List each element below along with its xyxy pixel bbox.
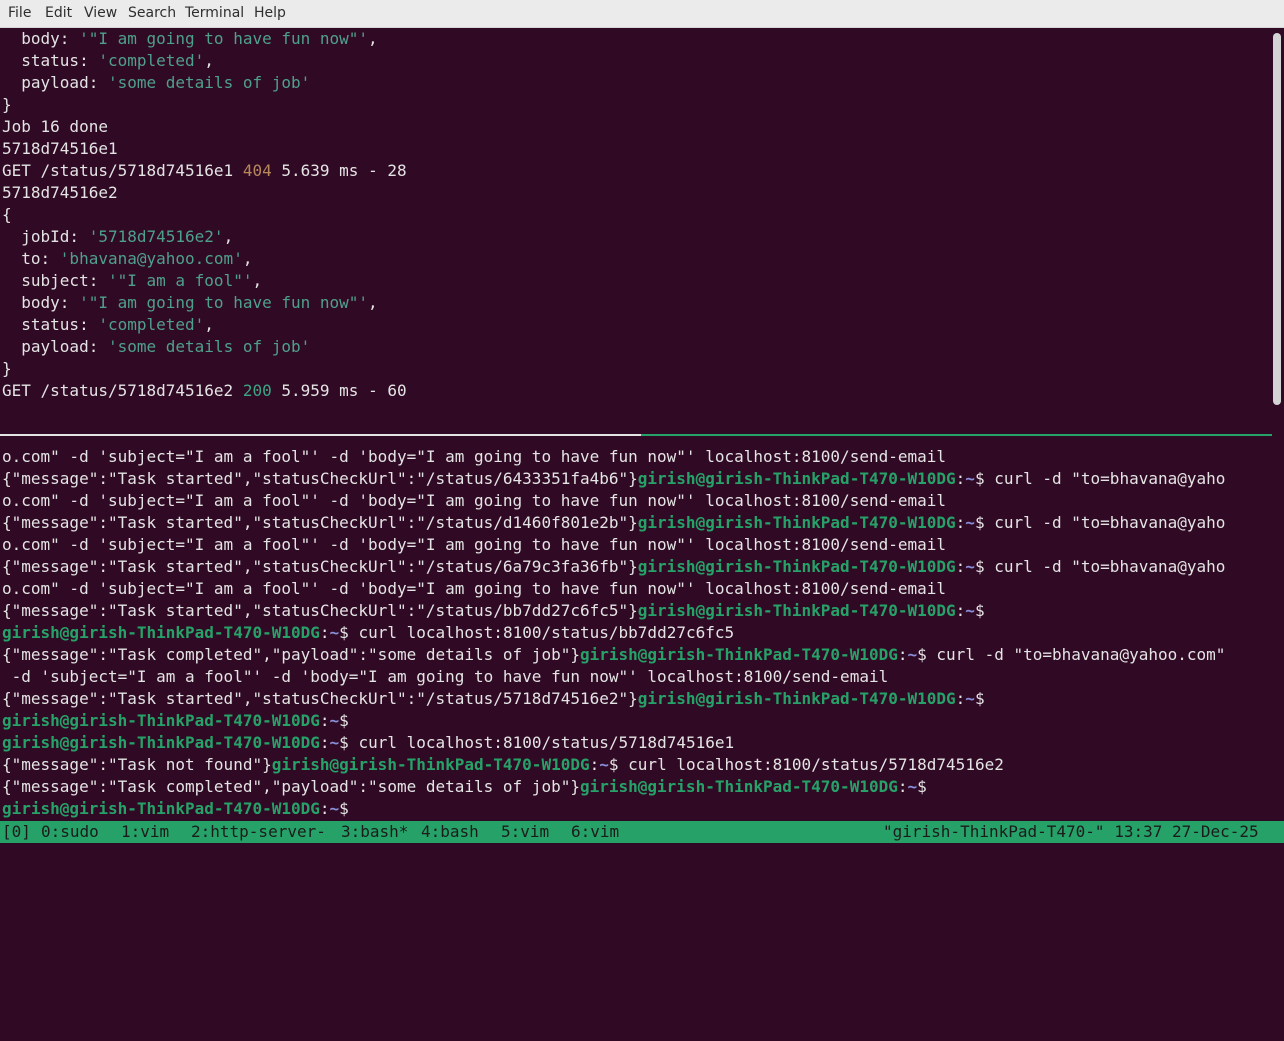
log-line: 5718d74516e2	[2, 183, 118, 202]
scrollbar[interactable]	[1273, 33, 1281, 405]
tmux-status-right: "girish-ThinkPad-T470-" 13:37 27-Dec-25	[883, 822, 1259, 841]
tmux-window-4[interactable]: 4:bash	[421, 821, 479, 843]
log-line: body: '"I am going to have fun now"',	[2, 29, 378, 48]
tmux-window-3[interactable]: 3:bash*	[341, 821, 408, 843]
log-line: }	[2, 359, 12, 378]
shell-line: {"message":"Task started","statusCheckUr…	[2, 557, 1226, 576]
shell-line: girish@girish-ThinkPad-T470-W10DG:~$ cur…	[2, 623, 735, 642]
tmux-session: [0]	[2, 822, 31, 841]
shell-line: o.com" -d 'subject="I am a fool"' -d 'bo…	[2, 579, 947, 598]
shell-line: {"message":"Task completed","payload":"s…	[2, 645, 1226, 664]
shell-line: {"message":"Task not found"}girish@giris…	[2, 755, 1004, 774]
log-line: body: '"I am going to have fun now"',	[2, 293, 378, 312]
shell-line: {"message":"Task started","statusCheckUr…	[2, 469, 1226, 488]
menu-edit[interactable]: Edit	[42, 5, 75, 21]
shell-line: -d 'subject="I am a fool"' -d 'body="I a…	[2, 667, 889, 686]
log-line: jobId: '5718d74516e2',	[2, 227, 234, 246]
shell-line: o.com" -d 'subject="I am a fool"' -d 'bo…	[2, 491, 947, 510]
terminal-area[interactable]: body: '"I am going to have fun now"', st…	[0, 27, 1284, 821]
log-line: status: 'completed',	[2, 51, 214, 70]
shell-line: girish@girish-ThinkPad-T470-W10DG:~$ cur…	[2, 733, 735, 752]
shell-line: {"message":"Task completed","payload":"s…	[2, 777, 927, 796]
shell-line: o.com" -d 'subject="I am a fool"' -d 'bo…	[2, 535, 947, 554]
tmux-window-6[interactable]: 6:vim	[571, 821, 619, 843]
menu-file[interactable]: File	[5, 5, 34, 21]
pane-divider-active[interactable]	[641, 434, 1272, 436]
menu-bar: File Edit View Search Terminal Help	[0, 0, 1284, 28]
log-line: 5718d74516e1	[2, 139, 118, 158]
tmux-window-5[interactable]: 5:vim	[501, 821, 549, 843]
tmux-window-1[interactable]: 1:vim	[121, 821, 169, 843]
log-line: to: 'bhavana@yahoo.com',	[2, 249, 253, 268]
shell-line: {"message":"Task started","statusCheckUr…	[2, 513, 1226, 532]
menu-help[interactable]: Help	[251, 5, 289, 21]
log-line: {	[2, 205, 12, 224]
log-line: payload: 'some details of job'	[2, 337, 311, 356]
log-line: }	[2, 95, 12, 114]
tmux-window-2[interactable]: 2:http-server-	[191, 821, 326, 843]
tmux-status-bar: [0] 0:sudo 1:vim 2:http-server- 3:bash* …	[0, 821, 1284, 843]
menu-view[interactable]: View	[81, 5, 120, 21]
log-line: subject: '"I am a fool"',	[2, 271, 263, 290]
log-line: payload: 'some details of job'	[2, 73, 311, 92]
menu-terminal[interactable]: Terminal	[182, 5, 247, 21]
pane-divider[interactable]	[0, 434, 641, 436]
log-line: GET /status/5718d74516e1 404 5.639 ms - …	[2, 161, 407, 180]
shell-line: {"message":"Task started","statusCheckUr…	[2, 601, 985, 620]
log-line: status: 'completed',	[2, 315, 214, 334]
shell-line: {"message":"Task started","statusCheckUr…	[2, 689, 985, 708]
tmux-window-0[interactable]: 0:sudo	[41, 821, 99, 843]
menu-search[interactable]: Search	[125, 5, 179, 21]
shell-prompt-current[interactable]: girish@girish-ThinkPad-T470-W10DG:~$	[2, 798, 349, 820]
shell-line: o.com" -d 'subject="I am a fool"' -d 'bo…	[2, 447, 947, 466]
log-line: GET /status/5718d74516e2 200 5.959 ms - …	[2, 381, 407, 400]
log-line: Job 16 done	[2, 117, 108, 136]
shell-line: girish@girish-ThinkPad-T470-W10DG:~$	[2, 711, 349, 730]
